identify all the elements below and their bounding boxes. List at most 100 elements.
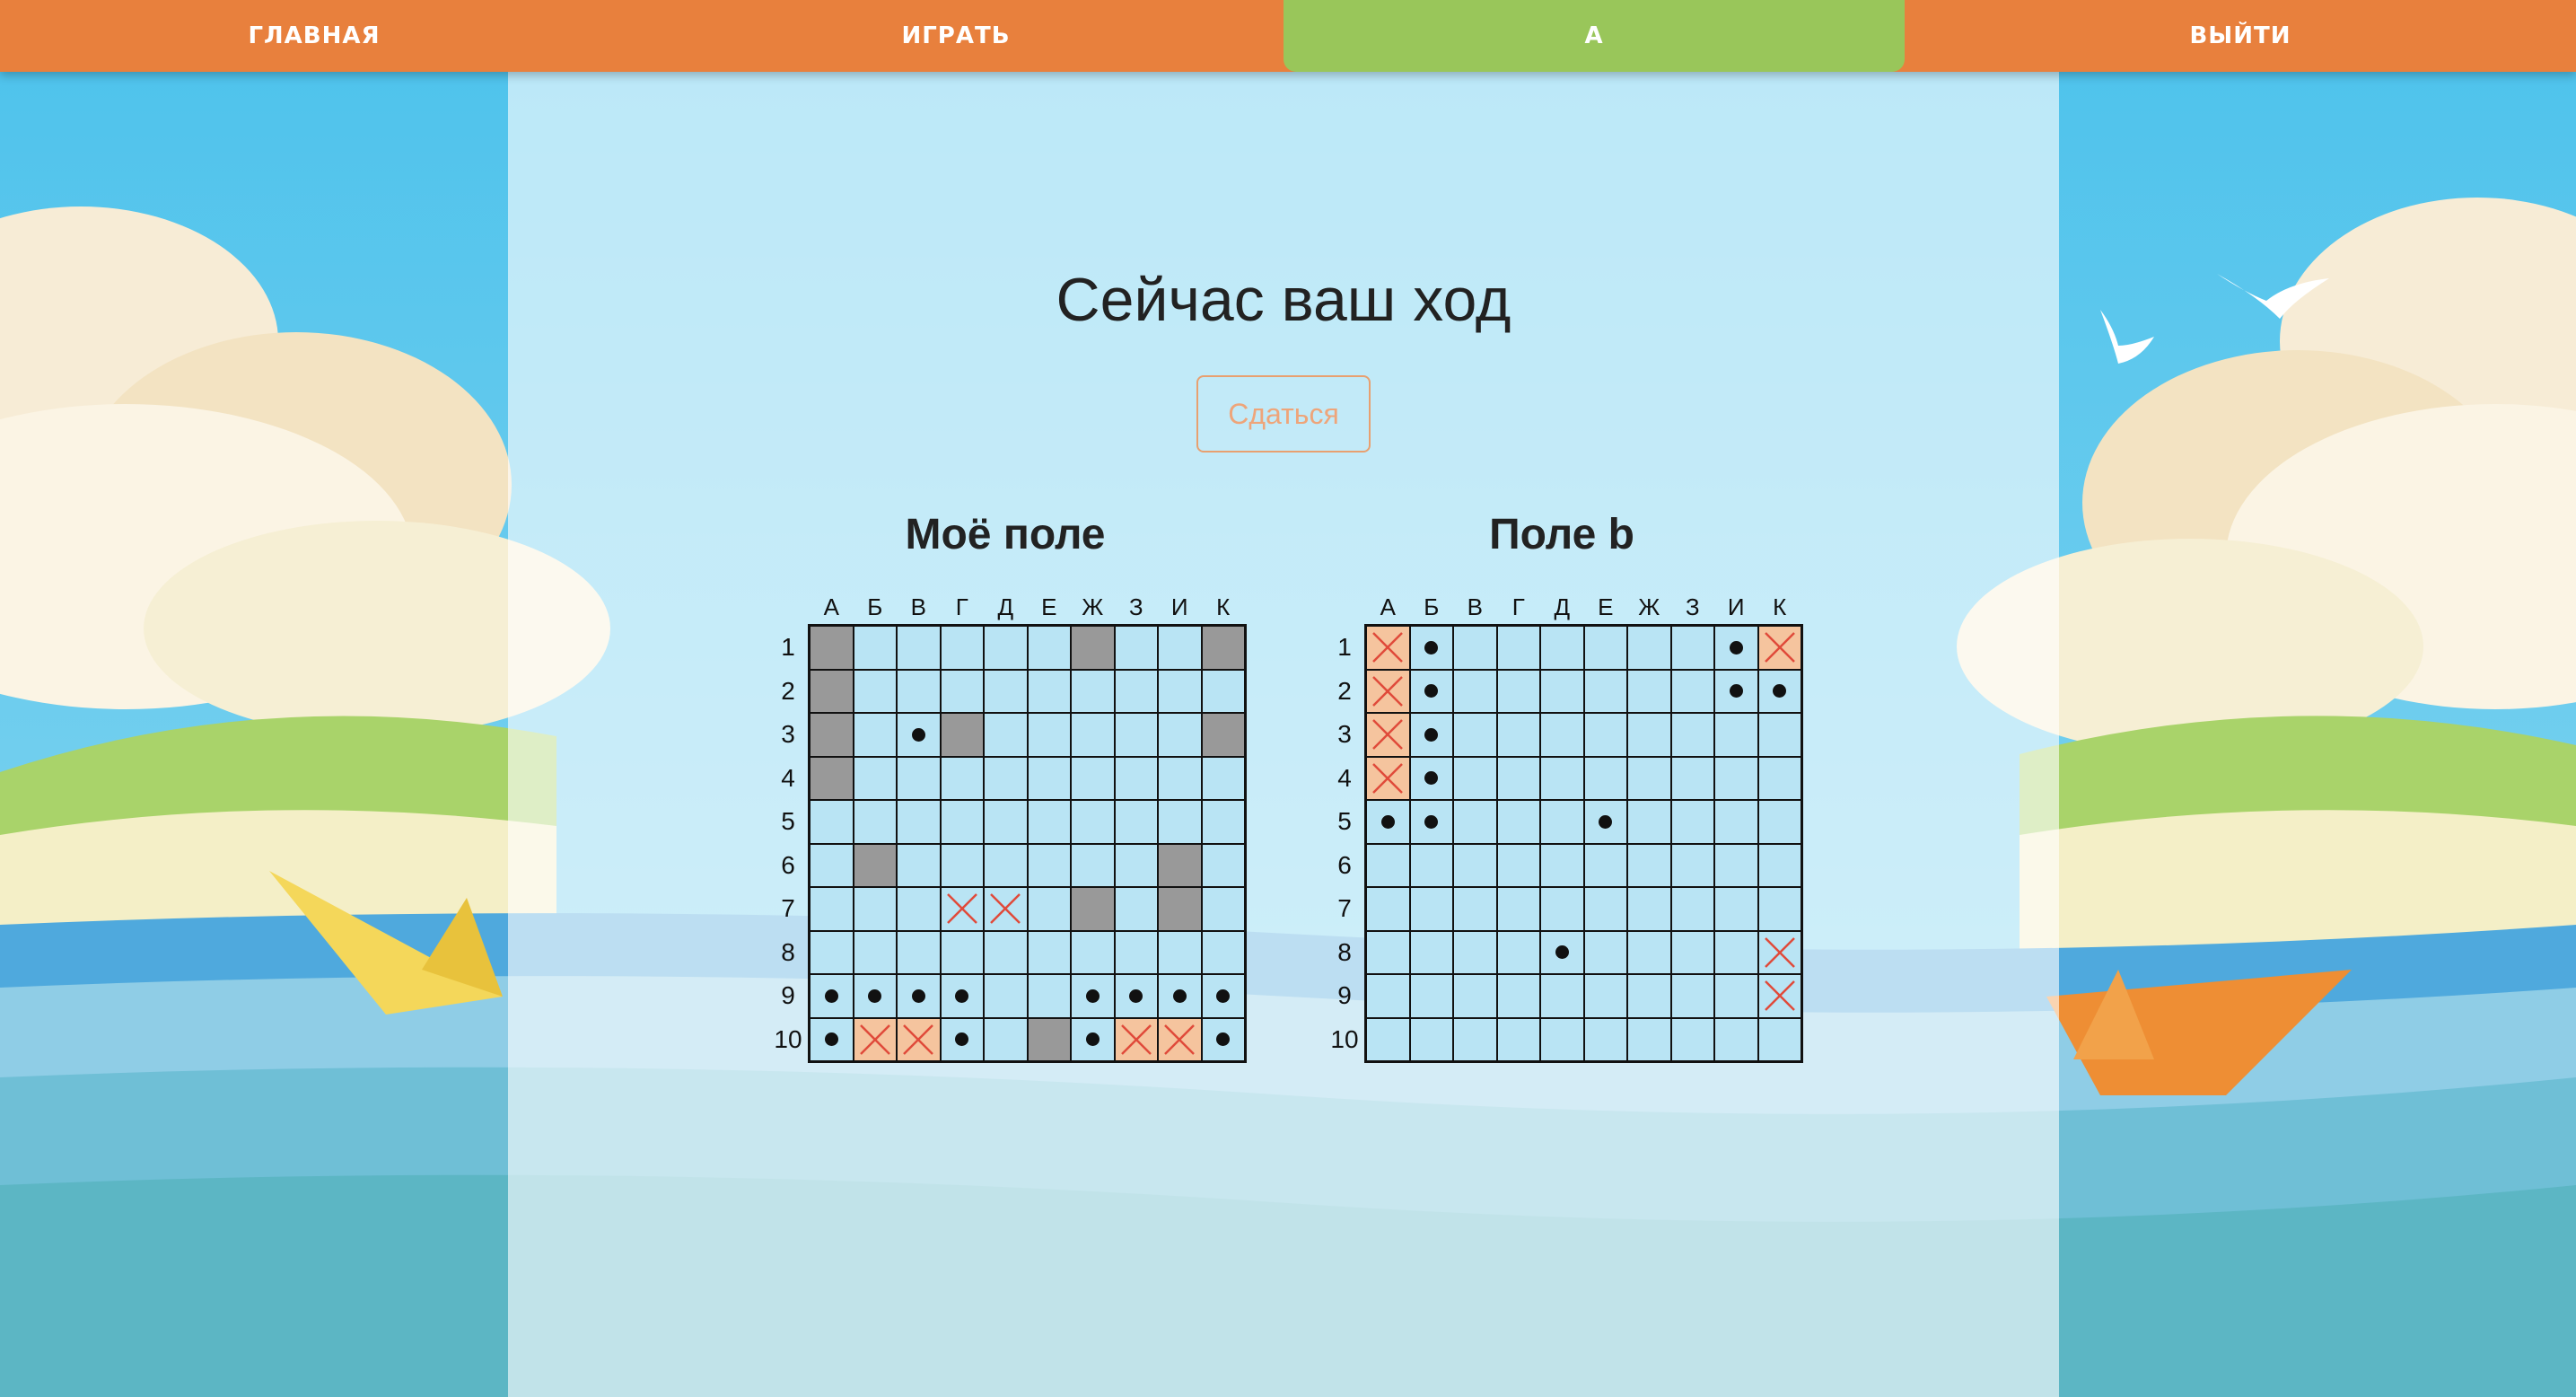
board-cell[interactable] [1453,800,1497,844]
board-cell[interactable] [1583,669,1627,713]
board-cell[interactable] [1496,626,1540,670]
board-cell[interactable] [1366,1017,1410,1061]
board-cell[interactable] [1409,930,1453,974]
board-cell[interactable] [1496,669,1540,713]
board-cell[interactable] [1670,887,1714,931]
board-cell[interactable] [1670,626,1714,670]
board-cell[interactable] [1453,843,1497,887]
board-cell[interactable] [1670,930,1714,974]
hit-cell[interactable] [1757,626,1801,670]
board-cell[interactable] [1627,669,1671,713]
miss-cell[interactable] [1540,930,1584,974]
board-cell[interactable] [1496,713,1540,757]
nav-user-link[interactable]: A [1284,0,1905,72]
board-cell[interactable] [1366,930,1410,974]
board-cell[interactable] [1409,843,1453,887]
miss-cell[interactable] [1583,800,1627,844]
board-cell[interactable] [1714,713,1758,757]
board-cell[interactable] [1540,626,1584,670]
board-cell[interactable] [1409,1017,1453,1061]
board-cell[interactable] [1366,974,1410,1018]
board-cell[interactable] [1714,843,1758,887]
board-cell[interactable] [1496,974,1540,1018]
hit-cell[interactable] [1366,669,1410,713]
board-cell[interactable] [1540,974,1584,1018]
board-cell[interactable] [1540,887,1584,931]
board-cell[interactable] [1670,669,1714,713]
hit-cell[interactable] [1366,713,1410,757]
board-cell[interactable] [1670,713,1714,757]
board-cell[interactable] [1757,1017,1801,1061]
board-cell[interactable] [1409,974,1453,1018]
board-cell[interactable] [1583,930,1627,974]
hit-cell[interactable] [1366,756,1410,800]
board-cell[interactable] [1714,1017,1758,1061]
board-cell[interactable] [1540,843,1584,887]
board-cell[interactable] [1366,887,1410,931]
board-cell[interactable] [1496,930,1540,974]
board-cell[interactable] [1714,930,1758,974]
board-cell[interactable] [1627,756,1671,800]
board-cell[interactable] [1366,843,1410,887]
nav-home-link[interactable]: ГЛАВНАЯ [0,0,628,72]
board-cell[interactable] [1670,1017,1714,1061]
surrender-button[interactable]: Сдаться [1196,375,1371,452]
board-cell[interactable] [1757,843,1801,887]
board-cell[interactable] [1453,930,1497,974]
cross-cell[interactable] [1757,930,1801,974]
board-cell[interactable] [1757,887,1801,931]
miss-cell[interactable] [1714,669,1758,713]
board-cell[interactable] [1670,756,1714,800]
miss-cell[interactable] [1366,800,1410,844]
board-cell[interactable] [1627,887,1671,931]
board-cell[interactable] [1496,887,1540,931]
miss-cell[interactable] [1757,669,1801,713]
board-cell[interactable] [1627,1017,1671,1061]
board-cell[interactable] [1496,800,1540,844]
board-cell[interactable] [1453,713,1497,757]
board-cell[interactable] [1670,800,1714,844]
miss-cell[interactable] [1714,626,1758,670]
board-cell[interactable] [1627,713,1671,757]
board-cell[interactable] [1409,887,1453,931]
board-cell[interactable] [1583,626,1627,670]
board-cell[interactable] [1540,756,1584,800]
board-cell[interactable] [1453,756,1497,800]
board-cell[interactable] [1453,887,1497,931]
board-cell[interactable] [1540,1017,1584,1061]
board-cell[interactable] [1496,756,1540,800]
miss-cell[interactable] [1409,626,1453,670]
board-cell[interactable] [1496,1017,1540,1061]
cross-cell[interactable] [1757,974,1801,1018]
board-cell[interactable] [1453,1017,1497,1061]
miss-cell[interactable] [1409,669,1453,713]
board-cell[interactable] [1757,713,1801,757]
board-cell[interactable] [1757,756,1801,800]
board-cell[interactable] [1714,800,1758,844]
board-cell[interactable] [1583,843,1627,887]
miss-cell[interactable] [1409,713,1453,757]
board-cell[interactable] [1583,713,1627,757]
board-cell[interactable] [1540,713,1584,757]
board-cell[interactable] [1627,843,1671,887]
board-cell[interactable] [1540,800,1584,844]
board-cell[interactable] [1583,756,1627,800]
board-cell[interactable] [1757,800,1801,844]
nav-play-link[interactable]: ИГРАТЬ [628,0,1284,72]
miss-cell[interactable] [1409,800,1453,844]
board-cell[interactable] [1583,974,1627,1018]
board-cell[interactable] [1714,756,1758,800]
board-cell[interactable] [1714,887,1758,931]
board-cell[interactable] [1583,1017,1627,1061]
board-cell[interactable] [1627,800,1671,844]
board-cell[interactable] [1670,843,1714,887]
board-cell[interactable] [1627,930,1671,974]
board-cell[interactable] [1627,974,1671,1018]
board-cell[interactable] [1453,669,1497,713]
board-cell[interactable] [1714,974,1758,1018]
board-cell[interactable] [1583,887,1627,931]
board-cell[interactable] [1540,669,1584,713]
board-cell[interactable] [1453,626,1497,670]
board-cell[interactable] [1496,843,1540,887]
board-cell[interactable] [1627,626,1671,670]
